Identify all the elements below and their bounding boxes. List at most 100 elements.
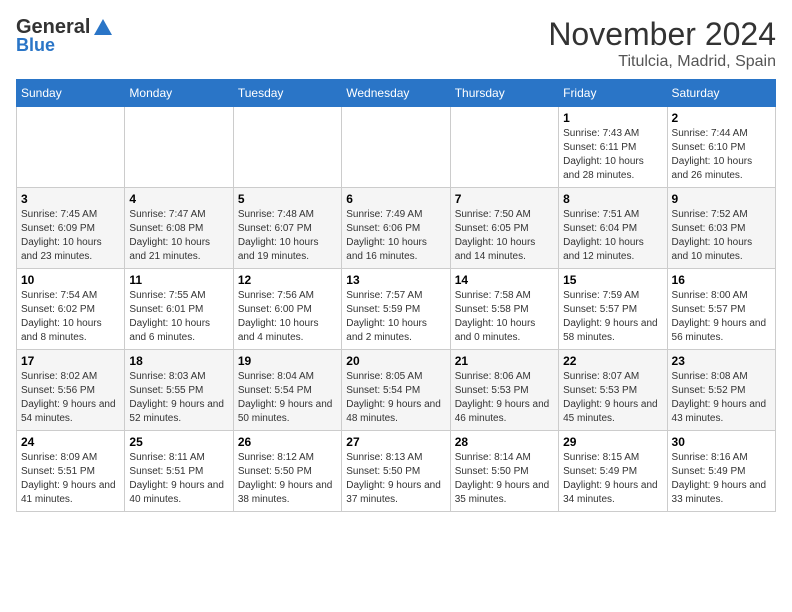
weekday-header: Monday (125, 80, 233, 107)
day-info: Sunrise: 8:05 AMSunset: 5:54 PMDaylight:… (346, 370, 445, 426)
day-info: Sunrise: 7:58 AMSunset: 5:58 PMDaylight:… (455, 289, 554, 345)
calendar-table: SundayMondayTuesdayWednesdayThursdayFrid… (16, 79, 776, 512)
calendar-week-row: 3 Sunrise: 7:45 AMSunset: 6:09 PMDaylight… (17, 188, 776, 269)
day-info: Sunrise: 8:11 AMSunset: 5:51 PMDaylight:… (129, 451, 228, 507)
day-number: 14 (455, 273, 554, 287)
calendar-cell: 26Sunrise: 8:12 AMSunset: 5:50 PMDayligh… (233, 431, 341, 512)
calendar-cell: 23 Sunrise: 8:08 AMSunset: 5:52 PMDayligh… (667, 350, 775, 431)
calendar-cell: 19Sunrise: 8:04 AMSunset: 5:54 PMDayligh… (233, 350, 341, 431)
calendar-cell: 30Sunrise: 8:16 AMSunset: 5:49 PMDayligh… (667, 431, 775, 512)
calendar-cell (342, 107, 450, 188)
calendar-cell: 14 Sunrise: 7:58 AMSunset: 5:58 PMDayligh… (450, 269, 558, 350)
calendar-cell: 16 Sunrise: 8:00 AMSunset: 5:57 PMDayligh… (667, 269, 775, 350)
day-number: 6 (346, 192, 445, 206)
calendar-cell: 20 Sunrise: 8:05 AMSunset: 5:54 PMDayligh… (342, 350, 450, 431)
calendar-cell: 18Sunrise: 8:03 AMSunset: 5:55 PMDayligh… (125, 350, 233, 431)
weekday-header: Saturday (667, 80, 775, 107)
day-number: 8 (563, 192, 662, 206)
calendar-cell (17, 107, 125, 188)
day-info: Sunrise: 7:45 AMSunset: 6:09 PMDaylight:… (21, 208, 120, 264)
calendar-cell: 12 Sunrise: 7:56 AMSunset: 6:00 PMDayligh… (233, 269, 341, 350)
weekday-header: Thursday (450, 80, 558, 107)
day-info: Sunrise: 7:56 AMSunset: 6:00 PMDaylight:… (238, 289, 337, 345)
calendar-cell: 3 Sunrise: 7:45 AMSunset: 6:09 PMDaylight… (17, 188, 125, 269)
day-info: Sunrise: 7:57 AMSunset: 5:59 PMDaylight:… (346, 289, 445, 345)
day-number: 26 (238, 435, 337, 449)
day-info: Sunrise: 8:13 AMSunset: 5:50 PMDaylight:… (346, 451, 445, 507)
day-number: 10 (21, 273, 120, 287)
calendar-cell: 28 Sunrise: 8:14 AMSunset: 5:50 PMDayligh… (450, 431, 558, 512)
day-info: Sunrise: 8:15 AMSunset: 5:49 PMDaylight:… (563, 451, 662, 507)
calendar-cell: 1 Sunrise: 7:43 AMSunset: 6:11 PMDaylight… (559, 107, 667, 188)
day-number: 9 (672, 192, 771, 206)
calendar-cell: 24Sunrise: 8:09 AMSunset: 5:51 PMDayligh… (17, 431, 125, 512)
calendar-cell: 7 Sunrise: 7:50 AMSunset: 6:05 PMDaylight… (450, 188, 558, 269)
page-header: General Blue November 2024 Titulcia, Mad… (16, 16, 776, 71)
day-info: Sunrise: 7:49 AMSunset: 6:06 PMDaylight:… (346, 208, 445, 264)
day-number: 11 (129, 273, 228, 287)
weekday-header: Sunday (17, 80, 125, 107)
title-section: November 2024 Titulcia, Madrid, Spain (548, 16, 776, 71)
calendar-week-row: 24Sunrise: 8:09 AMSunset: 5:51 PMDayligh… (17, 431, 776, 512)
weekday-header: Wednesday (342, 80, 450, 107)
calendar-cell: 15 Sunrise: 7:59 AMSunset: 5:57 PMDayligh… (559, 269, 667, 350)
calendar-week-row: 17 Sunrise: 8:02 AMSunset: 5:56 PMDayligh… (17, 350, 776, 431)
calendar-cell (450, 107, 558, 188)
logo-icon (92, 17, 114, 39)
day-number: 22 (563, 354, 662, 368)
day-number: 1 (563, 111, 662, 125)
day-info: Sunrise: 7:43 AMSunset: 6:11 PMDaylight:… (563, 127, 662, 183)
calendar-cell: 4 Sunrise: 7:47 AMSunset: 6:08 PMDaylight… (125, 188, 233, 269)
calendar-cell: 9Sunrise: 7:52 AMSunset: 6:03 PMDaylight… (667, 188, 775, 269)
calendar-cell: 2 Sunrise: 7:44 AMSunset: 6:10 PMDaylight… (667, 107, 775, 188)
calendar-cell: 5 Sunrise: 7:48 AMSunset: 6:07 PMDaylight… (233, 188, 341, 269)
calendar-cell: 25 Sunrise: 8:11 AMSunset: 5:51 PMDayligh… (125, 431, 233, 512)
day-info: Sunrise: 7:59 AMSunset: 5:57 PMDaylight:… (563, 289, 662, 345)
calendar-cell: 22 Sunrise: 8:07 AMSunset: 5:53 PMDayligh… (559, 350, 667, 431)
day-info: Sunrise: 7:44 AMSunset: 6:10 PMDaylight:… (672, 127, 771, 183)
day-info: Sunrise: 7:51 AMSunset: 6:04 PMDaylight:… (563, 208, 662, 264)
calendar-week-row: 10Sunrise: 7:54 AMSunset: 6:02 PMDayligh… (17, 269, 776, 350)
day-number: 15 (563, 273, 662, 287)
day-info: Sunrise: 8:04 AMSunset: 5:54 PMDaylight:… (238, 370, 337, 426)
day-number: 25 (129, 435, 228, 449)
day-number: 7 (455, 192, 554, 206)
calendar-cell (125, 107, 233, 188)
day-number: 21 (455, 354, 554, 368)
day-info: Sunrise: 8:08 AMSunset: 5:52 PMDaylight:… (672, 370, 771, 426)
calendar-cell: 21Sunrise: 8:06 AMSunset: 5:53 PMDayligh… (450, 350, 558, 431)
day-number: 5 (238, 192, 337, 206)
day-number: 23 (672, 354, 771, 368)
day-info: Sunrise: 7:48 AMSunset: 6:07 PMDaylight:… (238, 208, 337, 264)
day-number: 3 (21, 192, 120, 206)
weekday-header: Tuesday (233, 80, 341, 107)
logo: General Blue (16, 16, 114, 56)
calendar-cell (233, 107, 341, 188)
calendar-cell: 6 Sunrise: 7:49 AMSunset: 6:06 PMDaylight… (342, 188, 450, 269)
day-info: Sunrise: 7:50 AMSunset: 6:05 PMDaylight:… (455, 208, 554, 264)
day-number: 4 (129, 192, 228, 206)
day-number: 17 (21, 354, 120, 368)
day-number: 28 (455, 435, 554, 449)
day-info: Sunrise: 8:03 AMSunset: 5:55 PMDaylight:… (129, 370, 228, 426)
day-number: 29 (563, 435, 662, 449)
location-subtitle: Titulcia, Madrid, Spain (548, 53, 776, 71)
calendar-cell: 8 Sunrise: 7:51 AMSunset: 6:04 PMDaylight… (559, 188, 667, 269)
day-number: 30 (672, 435, 771, 449)
day-info: Sunrise: 8:09 AMSunset: 5:51 PMDaylight:… (21, 451, 120, 507)
day-info: Sunrise: 8:02 AMSunset: 5:56 PMDaylight:… (21, 370, 120, 426)
weekday-header: Friday (559, 80, 667, 107)
day-number: 20 (346, 354, 445, 368)
day-info: Sunrise: 8:00 AMSunset: 5:57 PMDaylight:… (672, 289, 771, 345)
day-number: 16 (672, 273, 771, 287)
calendar-cell: 29 Sunrise: 8:15 AMSunset: 5:49 PMDayligh… (559, 431, 667, 512)
day-info: Sunrise: 8:07 AMSunset: 5:53 PMDaylight:… (563, 370, 662, 426)
day-number: 12 (238, 273, 337, 287)
calendar-cell: 11Sunrise: 7:55 AMSunset: 6:01 PMDayligh… (125, 269, 233, 350)
day-info: Sunrise: 7:47 AMSunset: 6:08 PMDaylight:… (129, 208, 228, 264)
calendar-cell: 10Sunrise: 7:54 AMSunset: 6:02 PMDayligh… (17, 269, 125, 350)
calendar-cell: 17 Sunrise: 8:02 AMSunset: 5:56 PMDayligh… (17, 350, 125, 431)
calendar-cell: 27Sunrise: 8:13 AMSunset: 5:50 PMDayligh… (342, 431, 450, 512)
day-info: Sunrise: 8:14 AMSunset: 5:50 PMDaylight:… (455, 451, 554, 507)
day-number: 2 (672, 111, 771, 125)
